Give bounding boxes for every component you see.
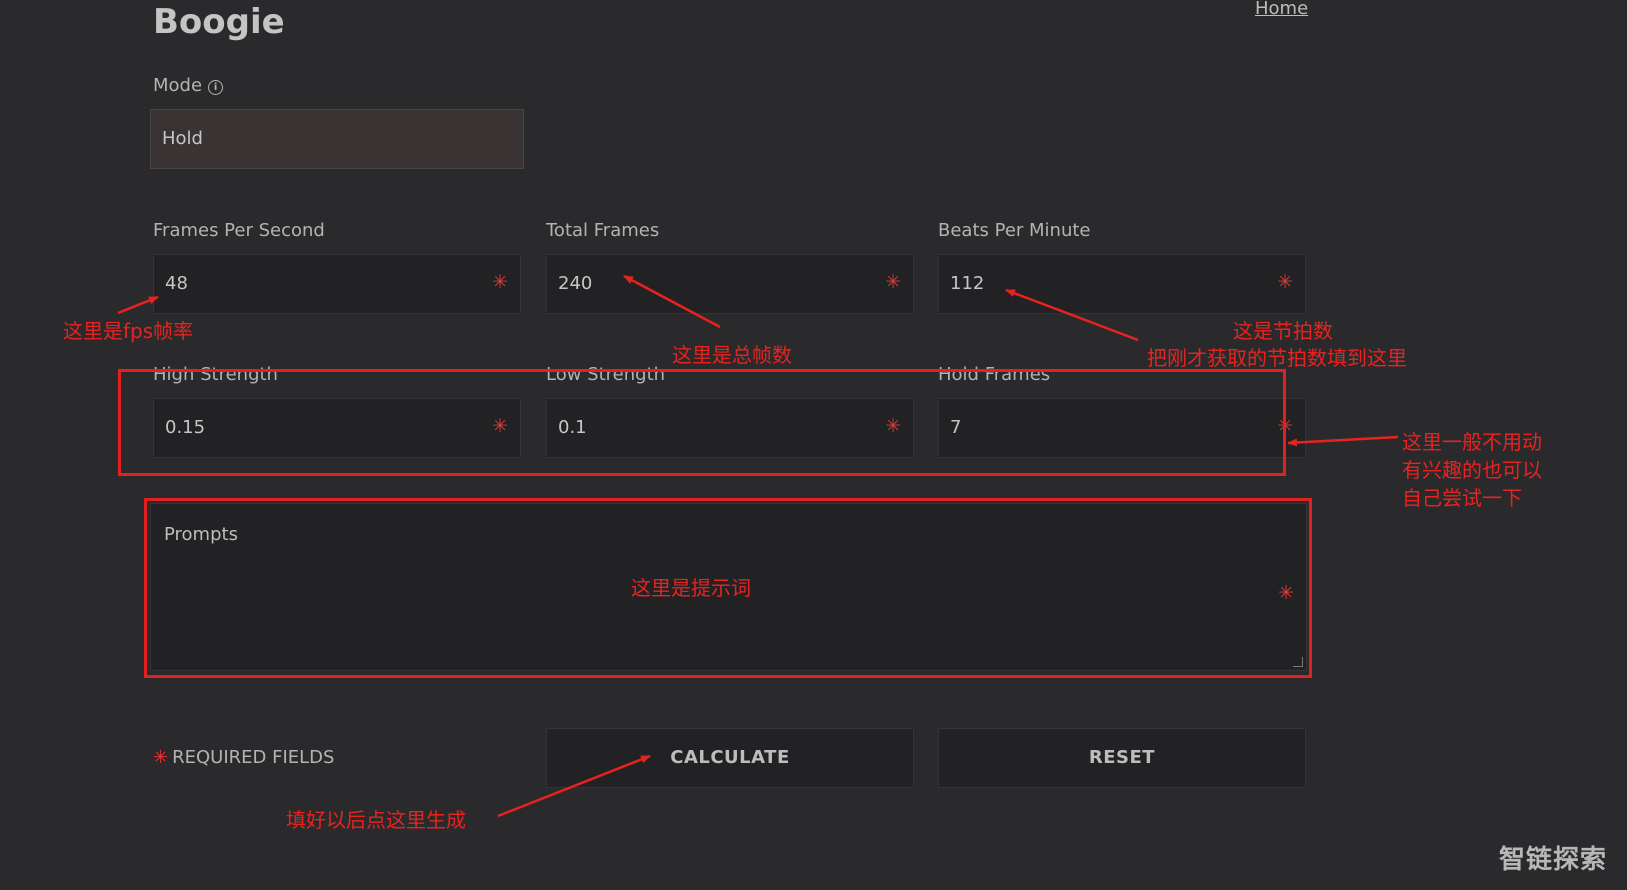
- annotation-prompts: 这里是提示词: [631, 576, 751, 600]
- annotation-strength-line3: 自己尝试一下: [1402, 486, 1522, 510]
- annotation-bpm-line1: 这是节拍数: [1233, 319, 1333, 343]
- annotation-strength-line1: 这里一般不用动: [1402, 430, 1542, 454]
- arrow-bpm: [1005, 288, 1139, 342]
- arrow-strength: [1287, 435, 1399, 447]
- annotation-fps: 这里是fps帧率: [63, 319, 194, 343]
- annotation-calculate: 填好以后点这里生成: [286, 808, 466, 832]
- annotation-strength-line2: 有兴趣的也可以: [1402, 458, 1542, 482]
- annotation-bpm-line2: 把刚才获取的节拍数填到这里: [1147, 346, 1407, 370]
- annotation-total-frames: 这里是总帧数: [672, 343, 792, 367]
- arrow-fps: [117, 295, 159, 315]
- watermark: 智链探索: [1498, 845, 1607, 875]
- arrow-total-frames: [623, 274, 721, 329]
- annotation-arrows: [117, 274, 1399, 818]
- arrow-calculate: [497, 754, 651, 818]
